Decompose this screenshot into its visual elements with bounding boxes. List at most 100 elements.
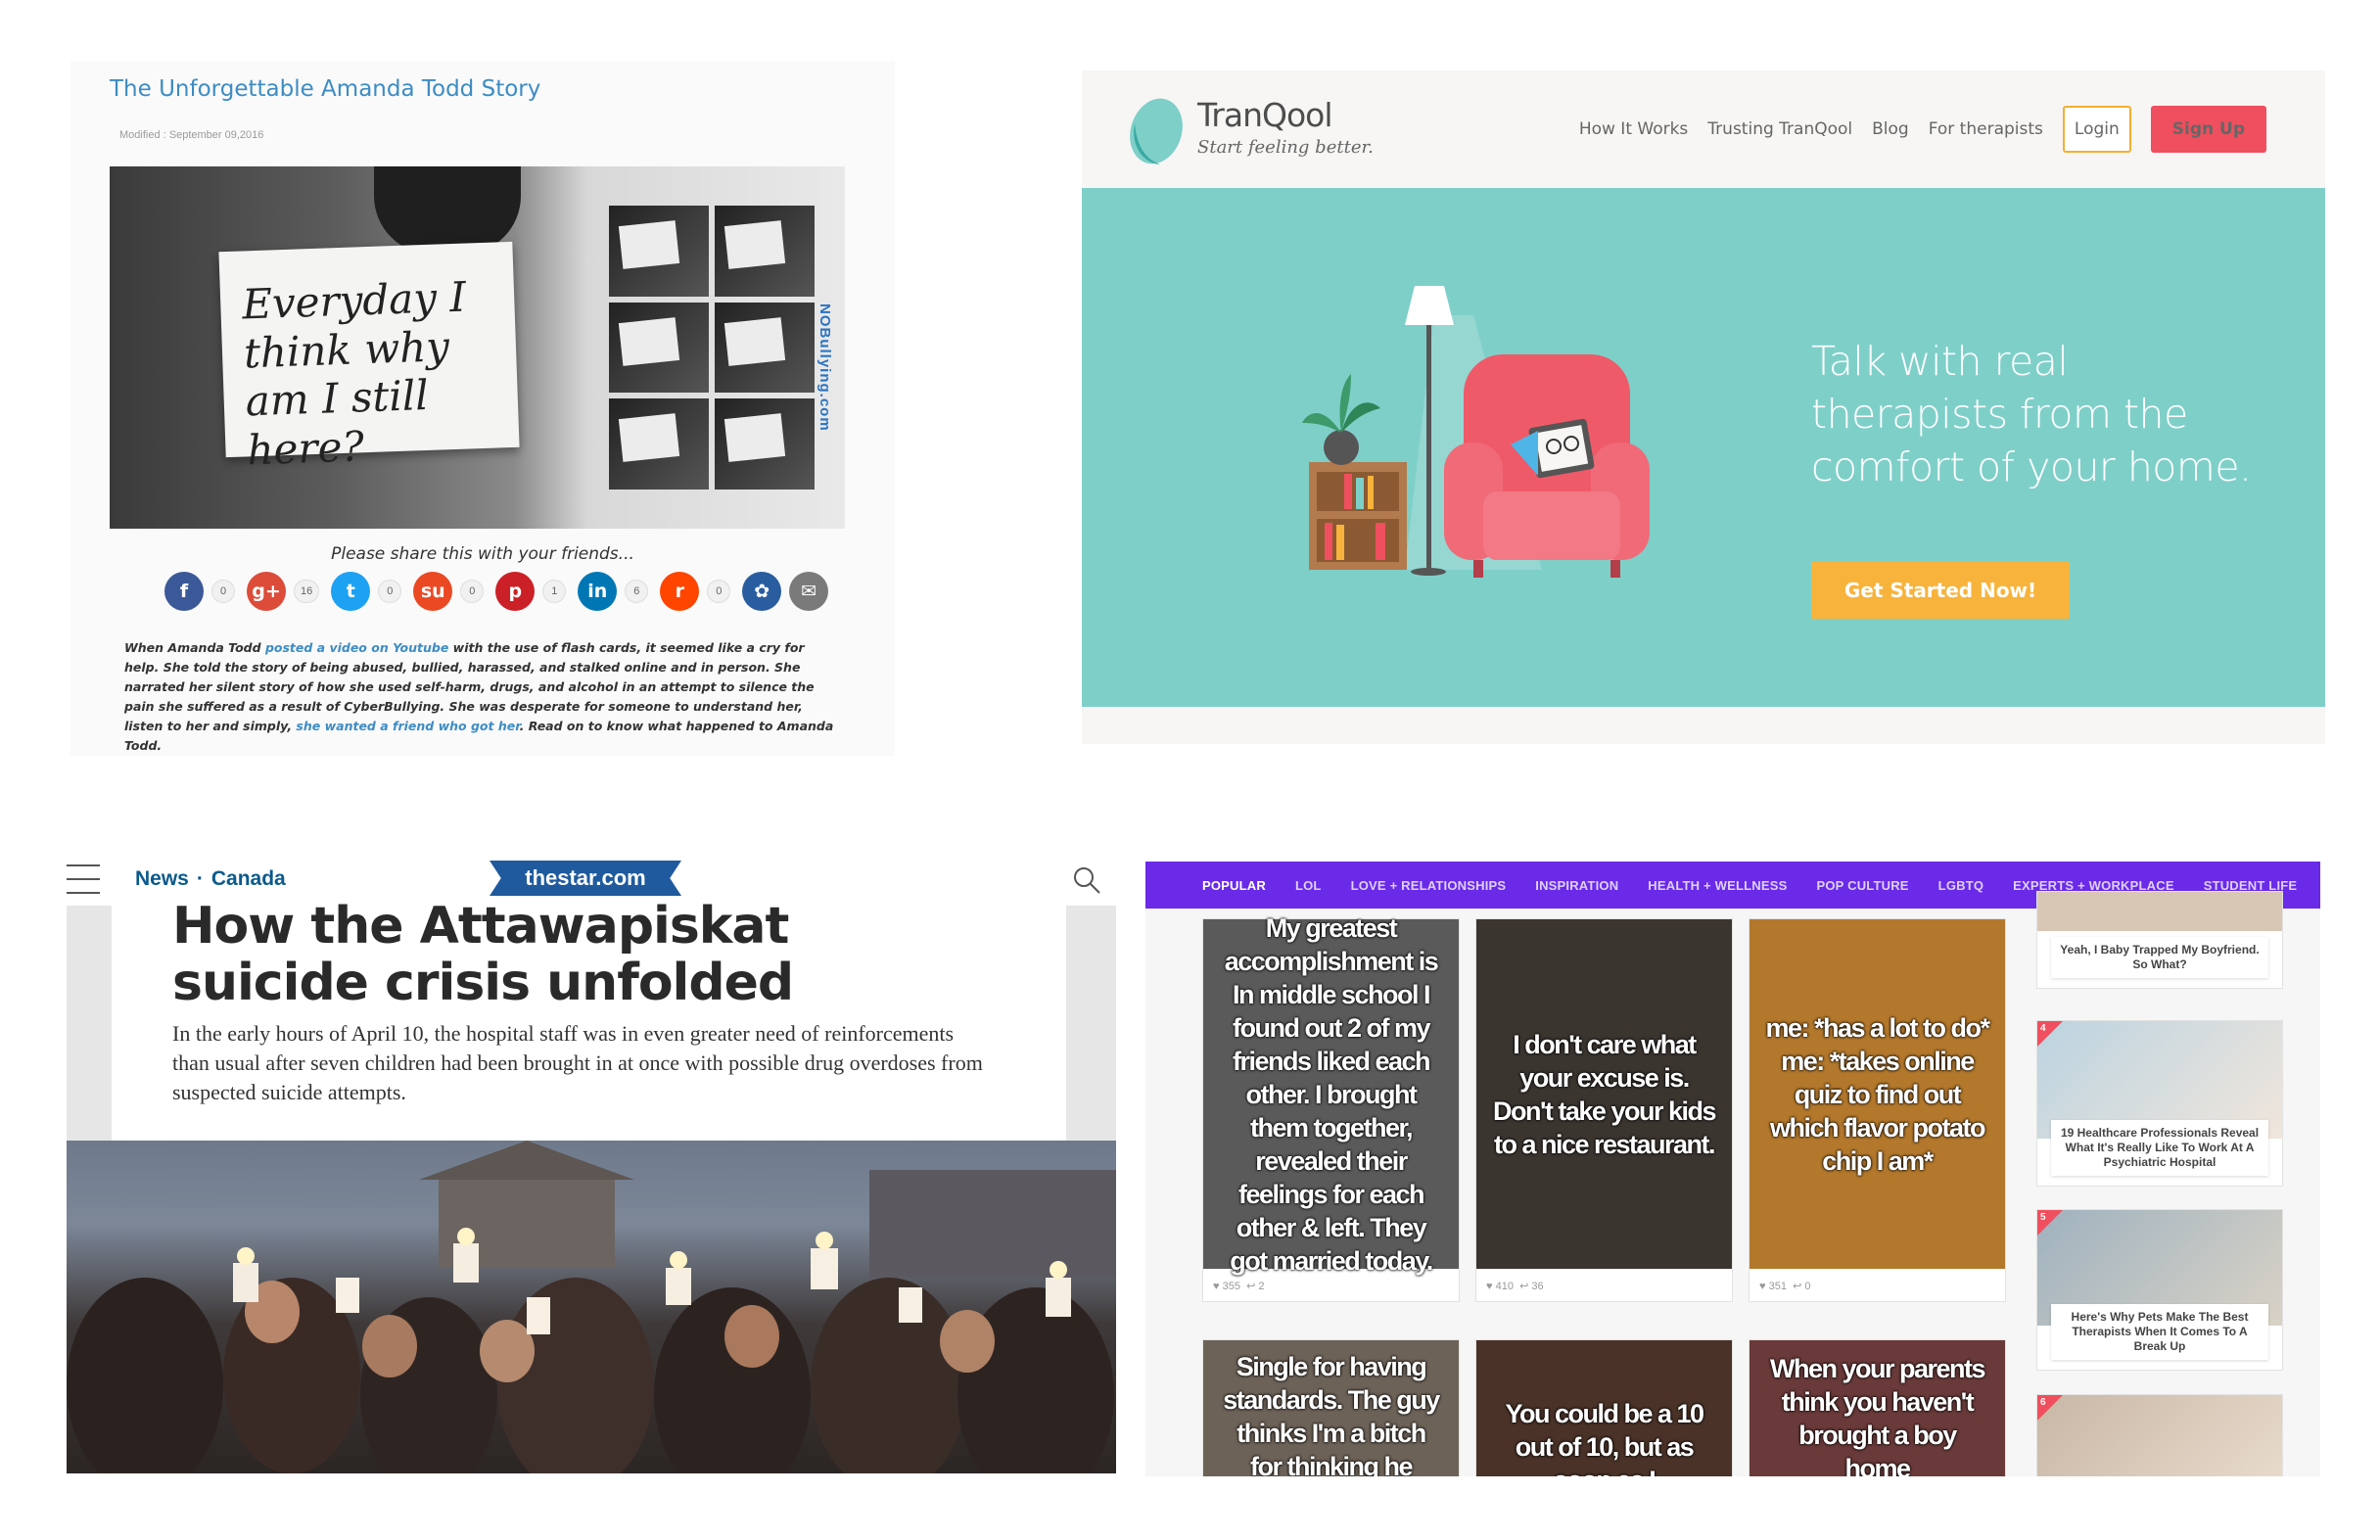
- facebook-icon[interactable]: f: [164, 572, 204, 611]
- like-count: 351: [1768, 1281, 1787, 1292]
- whisper-card-meta: ♥ 355 ↩ 2: [1213, 1280, 1264, 1292]
- thestar-logo[interactable]: thestar.com: [490, 861, 681, 896]
- whisper-card-meta: ♥ 410 ↩ 36: [1486, 1280, 1544, 1292]
- email-icon[interactable]: ✉: [789, 572, 829, 611]
- sidebar-article[interactable]: Yeah, I Baby Trapped My Boyfriend. So Wh…: [2036, 891, 2283, 989]
- hero-banner: Talk with real therapists from the comfo…: [1082, 188, 2325, 707]
- main-nav: How It Works Trusting TranQool Blog For …: [1579, 106, 2266, 153]
- image-watermark: NOBullying.com: [817, 303, 833, 432]
- flash-card-thumbnails: [609, 206, 815, 490]
- hero-headline: Talk with real therapists from the comfo…: [1811, 338, 2252, 490]
- share-prompt: Please share this with your friends...: [331, 544, 634, 564]
- article-title[interactable]: The Unforgettable Amanda Todd Story: [110, 76, 540, 102]
- sidebar-article[interactable]: 6: [2036, 1394, 2283, 1476]
- whisper-card[interactable]: You could be a 10 out of 10, but as soon…: [1475, 1339, 1733, 1476]
- intro-text: When Amanda Todd: [124, 640, 265, 655]
- nav-blog[interactable]: Blog: [1872, 119, 1909, 139]
- tranqool-landing-panel: TranQool Start feeling better. How It Wo…: [1082, 70, 2325, 744]
- youtube-video-link[interactable]: posted a video on Youtube: [265, 640, 448, 655]
- whisper-card-text: I don't care what your excuse is. Don't …: [1476, 919, 1732, 1269]
- sidebar-caption: Here's Why Pets Make The Best Therapists…: [2051, 1304, 2268, 1360]
- heart-icon[interactable]: ♥: [1759, 1281, 1769, 1292]
- nav-tab-love-relationships[interactable]: LOVE + RELATIONSHIPS: [1351, 878, 1507, 893]
- breadcrumb-separator: ·: [196, 867, 204, 890]
- thumbnail: [609, 302, 709, 394]
- nav-tab-lgbtq[interactable]: LGBTQ: [1938, 878, 1984, 893]
- sidebar-thumbnail: [2037, 892, 2282, 931]
- like-count: 355: [1222, 1281, 1240, 1292]
- whisper-feed-panel: POPULAR LOL LOVE + RELATIONSHIPS INSPIRATIO…: [1145, 862, 2320, 1476]
- whisper-card[interactable]: I don't care what your excuse is. Don't …: [1475, 918, 1733, 1302]
- heart-icon[interactable]: ♥: [1486, 1281, 1496, 1292]
- linkedin-icon[interactable]: in: [578, 572, 618, 611]
- reply-icon[interactable]: ↩: [1519, 1281, 1531, 1292]
- share-count: 0: [460, 580, 485, 603]
- nav-tab-inspiration[interactable]: INSPIRATION: [1535, 878, 1618, 893]
- modified-date: Modified : September 09,2016: [119, 129, 264, 141]
- amanda-todd-article-panel: The Unforgettable Amanda Todd Story Modi…: [70, 61, 895, 756]
- reply-count: 2: [1258, 1281, 1265, 1292]
- share-count: 1: [542, 580, 567, 603]
- rank-badge: 6: [2037, 1395, 2063, 1421]
- reply-count: 0: [1804, 1281, 1811, 1292]
- nav-tab-lol[interactable]: LOL: [1295, 878, 1322, 893]
- reddit-icon[interactable]: r: [660, 572, 700, 611]
- google-plus-icon[interactable]: g+: [247, 572, 286, 611]
- tranqool-logo-icon[interactable]: [1125, 94, 1184, 166]
- gutter: [1066, 906, 1116, 1141]
- signup-button[interactable]: Sign Up: [2150, 106, 2266, 153]
- whisper-card[interactable]: My greatest accomplishment is In middle …: [1202, 913, 1460, 1302]
- reply-icon[interactable]: ↩: [1793, 1281, 1804, 1292]
- hamburger-menu-icon[interactable]: [67, 864, 100, 894]
- reply-count: 36: [1531, 1281, 1544, 1292]
- sidebar-article[interactable]: 5 Here's Why Pets Make The Best Therapis…: [2036, 1209, 2283, 1371]
- breadcrumb-canada[interactable]: Canada: [211, 867, 286, 890]
- share-count: 0: [707, 580, 731, 603]
- nav-trusting-tranqool[interactable]: Trusting TranQool: [1707, 119, 1852, 139]
- friend-link[interactable]: she wanted a friend who got her: [296, 719, 519, 733]
- heart-icon[interactable]: ♥: [1213, 1281, 1223, 1292]
- whisper-card-text: You could be a 10 out of 10, but as soon…: [1476, 1340, 1732, 1476]
- stumbleupon-icon[interactable]: su: [413, 572, 453, 611]
- article-headline: How the Attawapiskat suicide crisis unfo…: [172, 897, 794, 1012]
- nav-how-it-works[interactable]: How It Works: [1579, 119, 1688, 139]
- nav-tab-pop-culture[interactable]: POP CULTURE: [1817, 878, 1909, 893]
- armchair-illustration: [1302, 286, 1650, 578]
- article-hero-image: Everyday I think why am I still here? NO…: [110, 166, 845, 529]
- twitter-icon[interactable]: t: [331, 572, 371, 611]
- whisper-card-text: Single for having standards. The guy thi…: [1203, 1340, 1459, 1476]
- login-button[interactable]: Login: [2062, 106, 2131, 153]
- sidebar-thumbnail: [2037, 1395, 2282, 1476]
- thestar-article-panel: News · Canada thestar.com How the Attawapi…: [67, 855, 1116, 1473]
- whisper-card[interactable]: Single for having standards. The guy thi…: [1202, 1339, 1460, 1476]
- breadcrumb-news[interactable]: News: [135, 867, 189, 890]
- get-started-button[interactable]: Get Started Now!: [1811, 562, 2070, 619]
- article-dek: In the early hours of April 10, the hosp…: [172, 1021, 983, 1104]
- whisper-card-text: When your parents think you haven't brou…: [1750, 1340, 2005, 1476]
- rank-badge: 5: [2037, 1210, 2063, 1236]
- whisper-card-text: me: *has a lot to do* me: *takes online …: [1750, 919, 2005, 1269]
- reply-icon[interactable]: ↩: [1246, 1281, 1258, 1292]
- sidebar-caption: 19 Healthcare Professionals Reveal What …: [2051, 1120, 2268, 1176]
- search-icon[interactable]: [1071, 864, 1102, 896]
- nav-tab-health-wellness[interactable]: HEALTH + WELLNESS: [1648, 878, 1787, 893]
- share-count: 6: [625, 580, 649, 603]
- flash-card-text: Everyday I think why am I still here?: [218, 241, 520, 474]
- share-count: 16: [294, 580, 320, 603]
- nav-tab-popular[interactable]: POPULAR: [1202, 878, 1266, 893]
- nav-for-therapists[interactable]: For therapists: [1929, 119, 2043, 139]
- article-intro: When Amanda Todd posted a video on Youtu…: [124, 638, 834, 756]
- thumbnail: [715, 398, 815, 490]
- brand-tagline: Start feeling better.: [1197, 137, 1374, 158]
- vk-icon[interactable]: ✿: [742, 572, 782, 611]
- share-count: 0: [378, 580, 402, 603]
- whisper-card-meta: ♥ 351 ↩ 0: [1759, 1280, 1810, 1292]
- share-button-row: f 0 g+ 16 t 0 su 0 p 1 in 6 r 0 ✿ ✉: [164, 572, 829, 611]
- whisper-card[interactable]: When your parents think you haven't brou…: [1749, 1339, 2006, 1476]
- sidebar-article[interactable]: 4 19 Healthcare Professionals Reveal Wha…: [2036, 1020, 2283, 1187]
- brand-name[interactable]: TranQool: [1197, 96, 1333, 134]
- whisper-card[interactable]: me: *has a lot to do* me: *takes online …: [1749, 918, 2006, 1302]
- sidebar-caption: Yeah, I Baby Trapped My Boyfriend. So Wh…: [2051, 937, 2268, 978]
- rank-badge: 4: [2037, 1021, 2063, 1047]
- pinterest-icon[interactable]: p: [495, 572, 536, 611]
